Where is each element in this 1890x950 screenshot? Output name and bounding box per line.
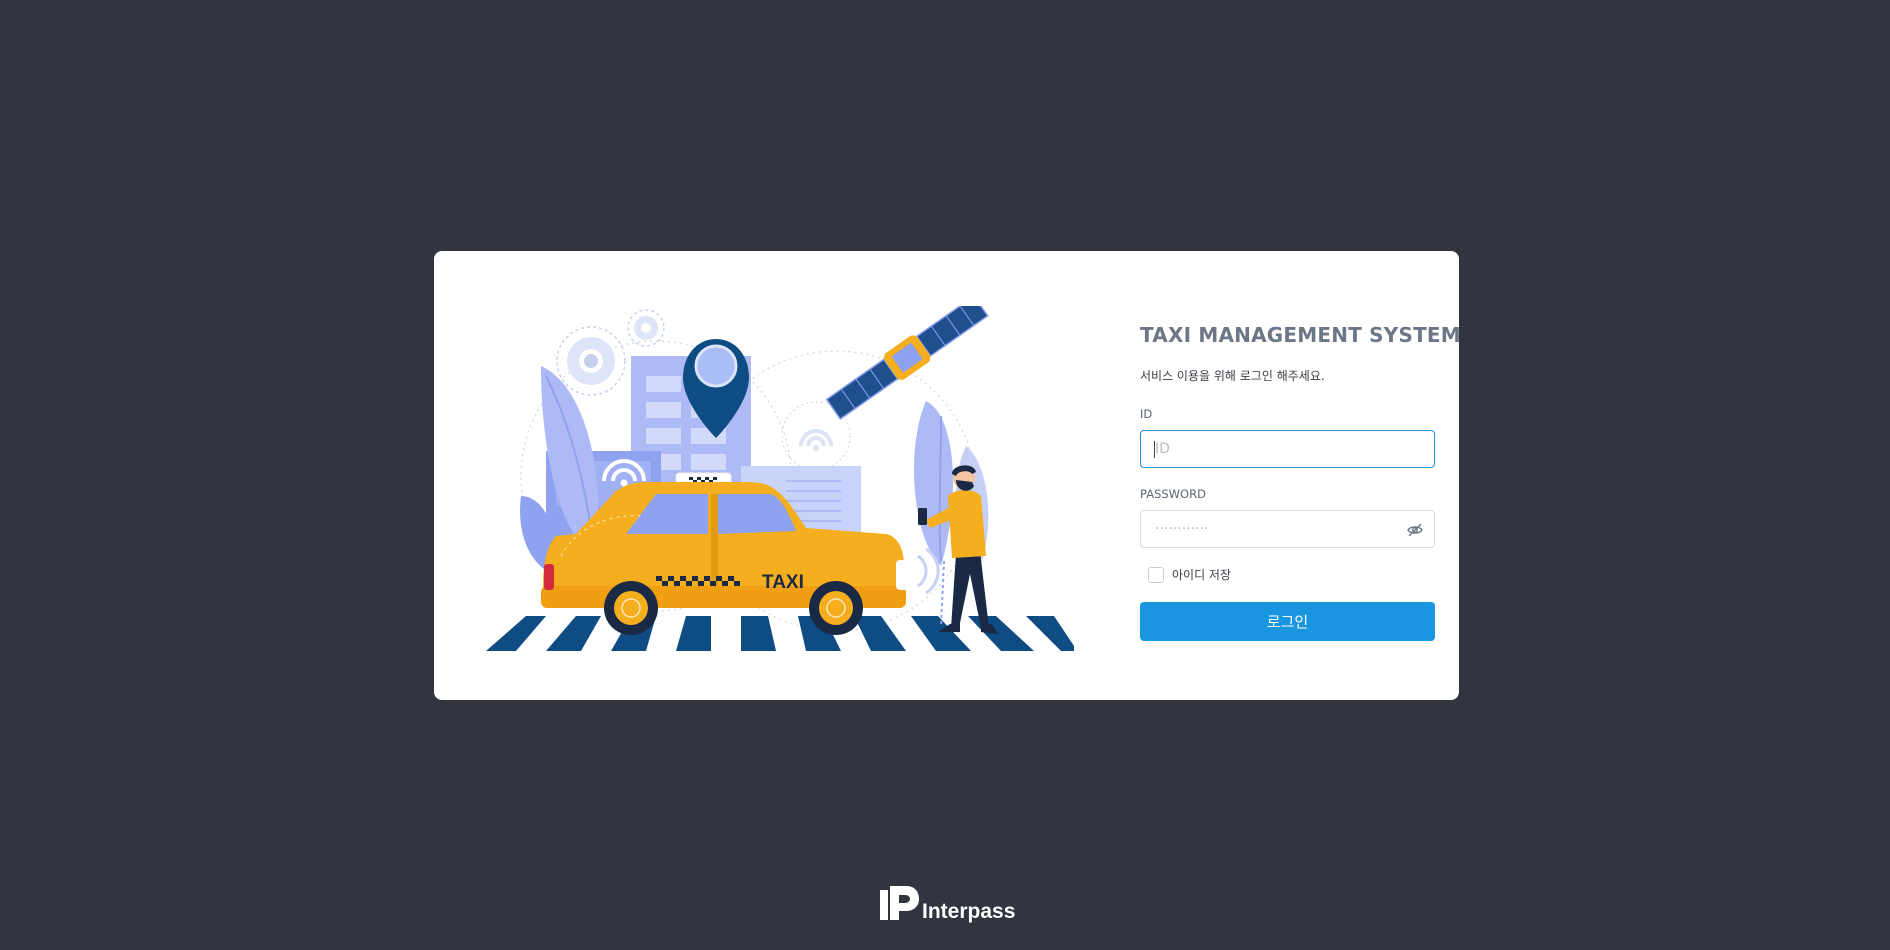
remember-id-checkbox[interactable] bbox=[1148, 566, 1164, 583]
login-card: TAXI TAXI MANAGEMENT SYSTEM 서비스 이용을 위해 로… bbox=[434, 251, 1461, 700]
footer-logo: Interpass bbox=[880, 884, 1015, 922]
eye-off-icon[interactable] bbox=[1406, 521, 1424, 539]
login-form: TAXI MANAGEMENT SYSTEM 서비스 이용을 위해 로그인 해주… bbox=[1140, 323, 1461, 641]
page-title: TAXI MANAGEMENT SYSTEM bbox=[1140, 323, 1461, 347]
password-field-wrapper bbox=[1140, 510, 1435, 548]
id-label: ID bbox=[1140, 407, 1153, 421]
text-caret bbox=[1154, 441, 1155, 458]
login-subtitle: 서비스 이용을 위해 로그인 해주세요. bbox=[1140, 369, 1325, 383]
login-button[interactable]: 로그인 bbox=[1140, 602, 1435, 641]
remember-id-label: 아이디 저장 bbox=[1172, 568, 1232, 582]
brand-name: Interpass bbox=[922, 900, 1016, 923]
taxi-sign-text: TAXI bbox=[762, 572, 804, 593]
password-input[interactable] bbox=[1141, 511, 1434, 547]
gear-icon bbox=[556, 326, 626, 396]
id-field-wrapper bbox=[1140, 430, 1435, 468]
small-gear-icon bbox=[627, 309, 665, 347]
satellite-icon bbox=[825, 306, 989, 421]
id-input[interactable] bbox=[1141, 431, 1434, 467]
password-label: PASSWORD bbox=[1140, 487, 1206, 501]
interpass-logo-icon bbox=[880, 886, 919, 920]
taxi-illustration: TAXI bbox=[486, 306, 1074, 651]
remember-id-row[interactable]: 아이디 저장 bbox=[1140, 566, 1435, 583]
